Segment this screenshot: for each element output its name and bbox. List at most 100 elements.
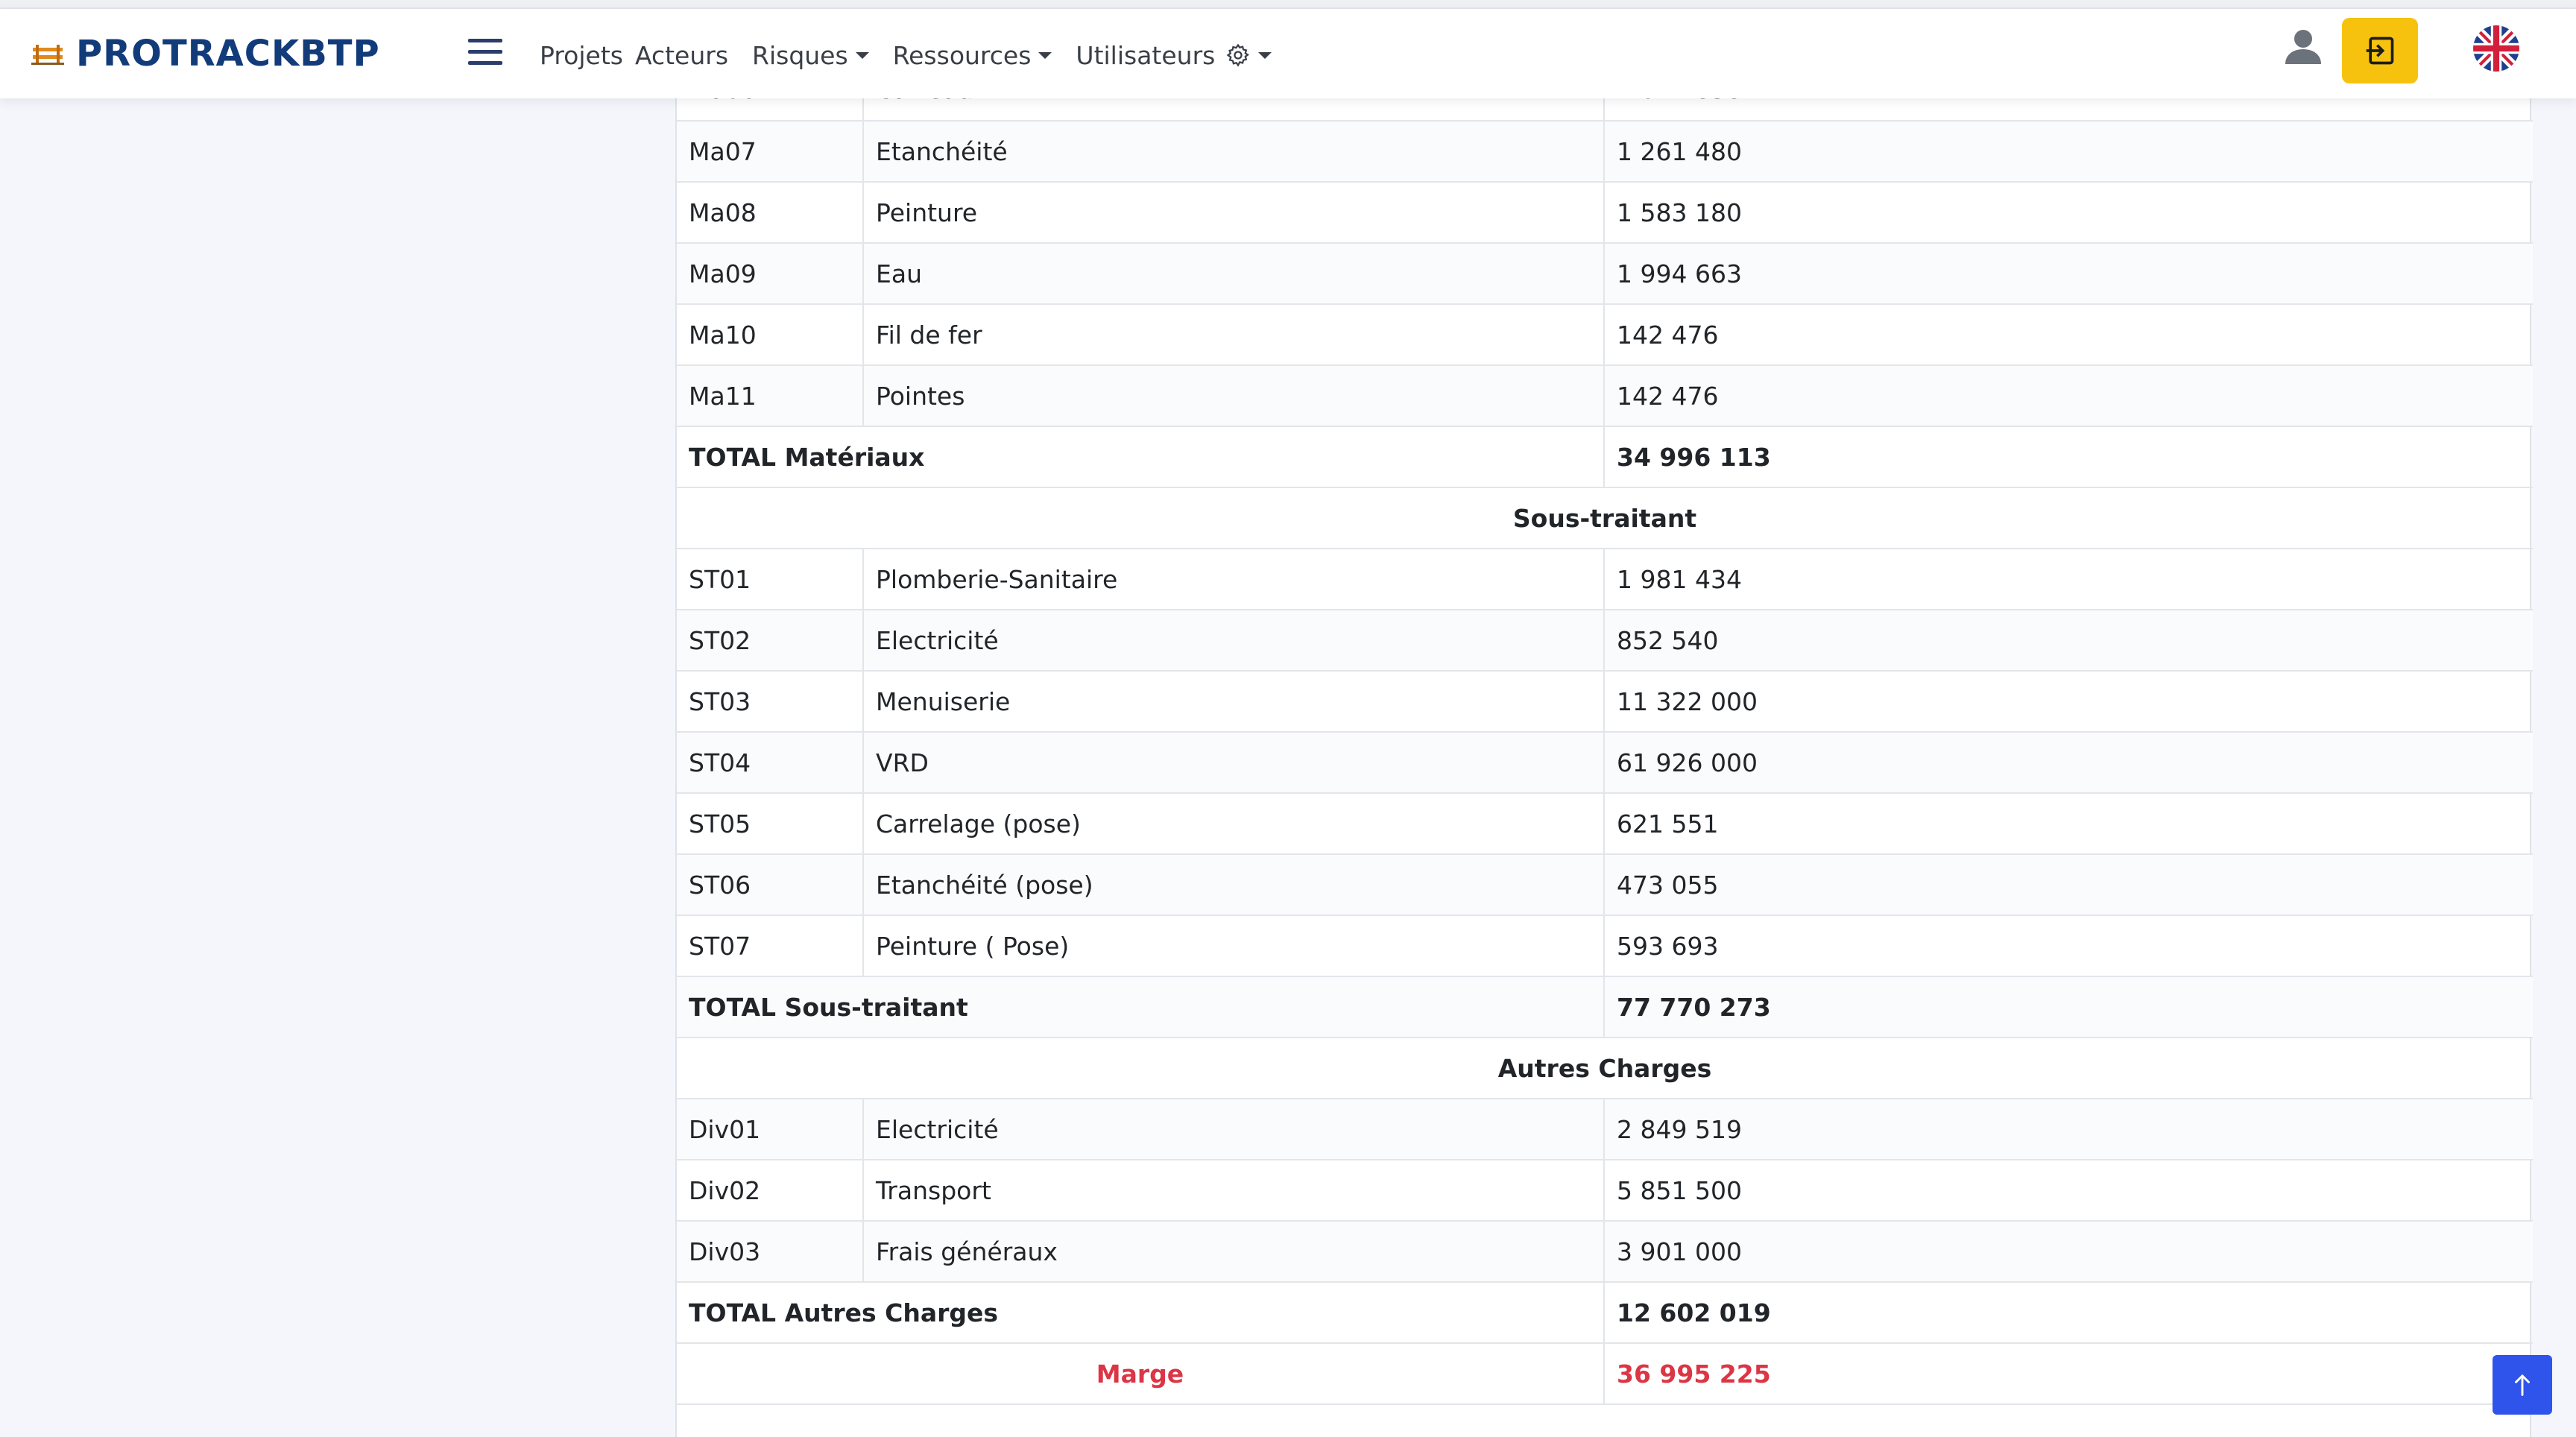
user-icon[interactable]	[2281, 24, 2326, 69]
section-header-sous-traitant: Sous-traitant	[677, 487, 2533, 549]
table-row: ST07 Peinture ( Pose) 593 693	[677, 915, 2533, 977]
row-amount: 5 851 500	[1604, 1160, 2533, 1222]
section-title: Autres Charges	[677, 1038, 2533, 1099]
brand[interactable]: PROTRACKBTP	[30, 30, 380, 78]
row-label: Menuiserie	[863, 671, 1605, 733]
row-label: VRD	[863, 732, 1605, 794]
row-amount: 1 981 434	[1604, 549, 2533, 610]
budget-table-panel: Ma06 Carreaux 2 071 838 Ma07 Etanchéité …	[675, 60, 2533, 1437]
row-amount: 2 849 519	[1604, 1099, 2533, 1160]
table-row: Div03 Frais généraux 3 901 000	[677, 1221, 2533, 1283]
chevron-down-icon	[1038, 51, 1052, 59]
total-amount: 12 602 019	[1604, 1282, 2533, 1344]
row-code: Ma07	[677, 121, 864, 183]
row-code: Div03	[677, 1221, 864, 1283]
nav-ressources-dropdown[interactable]: Ressources	[893, 41, 1052, 70]
row-amount: 142 476	[1604, 304, 2533, 366]
brand-logo-icon	[31, 45, 64, 65]
table-row: ST06 Etanchéité (pose) 473 055	[677, 854, 2533, 916]
table-row: ST01 Plomberie-Sanitaire 1 981 434	[677, 549, 2533, 610]
nav-risques-dropdown[interactable]: Risques	[752, 41, 869, 70]
row-code: ST02	[677, 610, 864, 672]
total-label: TOTAL Autres Charges	[677, 1282, 1605, 1344]
row-amount: 1 261 480	[1604, 121, 2533, 183]
row-code: Div01	[677, 1099, 864, 1160]
chevron-down-icon	[855, 51, 869, 59]
table-row: Div02 Transport 5 851 500	[677, 1160, 2533, 1222]
top-border	[0, 0, 2576, 9]
total-label: TOTAL Matériaux	[677, 426, 1605, 488]
total-amount: 77 770 273	[1604, 976, 2533, 1038]
table-row: ST02 Electricité 852 540	[677, 610, 2533, 672]
section-header-autres-charges: Autres Charges	[677, 1038, 2533, 1099]
budget-table: Ma06 Carreaux 2 071 838 Ma07 Etanchéité …	[677, 60, 2533, 1405]
section-title: Sous-traitant	[677, 487, 2533, 549]
nav-projets[interactable]: Projets	[540, 41, 623, 70]
row-label: Peinture ( Pose)	[863, 915, 1605, 977]
row-code: ST05	[677, 793, 864, 855]
row-label: Electricité	[863, 1099, 1605, 1160]
row-amount: 473 055	[1604, 854, 2533, 916]
row-label: Fil de fer	[863, 304, 1605, 366]
row-code: ST01	[677, 549, 864, 610]
arrow-up-icon	[2515, 1374, 2530, 1396]
nav-acteurs[interactable]: Acteurs	[635, 41, 728, 70]
row-amount: 1 994 663	[1604, 243, 2533, 305]
chevron-down-icon	[1258, 51, 1272, 59]
table-row: ST04 VRD 61 926 000	[677, 732, 2533, 794]
row-amount: 621 551	[1604, 793, 2533, 855]
total-label: TOTAL Sous-traitant	[677, 976, 1605, 1038]
brand-name: PROTRACKBTP	[76, 33, 380, 75]
total-row-autres-charges: TOTAL Autres Charges 12 602 019	[677, 1282, 2533, 1344]
row-amount: 11 322 000	[1604, 671, 2533, 733]
marge-row: Marge 36 995 225	[677, 1343, 2533, 1405]
row-code: Div02	[677, 1160, 864, 1222]
login-icon	[2366, 37, 2394, 65]
row-code: Ma11	[677, 365, 864, 427]
row-amount: 1 583 180	[1604, 182, 2533, 244]
table-row: Ma10 Fil de fer 142 476	[677, 304, 2533, 366]
table-row: Ma07 Etanchéité 1 261 480	[677, 121, 2533, 183]
row-amount: 3 901 000	[1604, 1221, 2533, 1283]
scroll-to-top-button[interactable]	[2493, 1355, 2552, 1415]
total-amount: 34 996 113	[1604, 426, 2533, 488]
table-row: ST05 Carrelage (pose) 621 551	[677, 793, 2533, 855]
table-row: Ma11 Pointes 142 476	[677, 365, 2533, 427]
row-label: Eau	[863, 243, 1605, 305]
nav-utilisateurs-dropdown[interactable]: Utilisateurs	[1076, 41, 1272, 70]
row-code: Ma10	[677, 304, 864, 366]
row-label: Frais généraux	[863, 1221, 1605, 1283]
row-label: Peinture	[863, 182, 1605, 244]
row-label: Electricité	[863, 610, 1605, 672]
row-label: Etanchéité (pose)	[863, 854, 1605, 916]
login-button[interactable]	[2342, 18, 2418, 83]
row-amount: 142 476	[1604, 365, 2533, 427]
uk-flag-icon[interactable]	[2473, 25, 2519, 72]
marge-amount: 36 995 225	[1604, 1343, 2533, 1405]
row-amount: 593 693	[1604, 915, 2533, 977]
main-nav: Projets Acteurs Risques Ressources Utili…	[540, 36, 1295, 75]
hamburger-icon[interactable]	[468, 39, 502, 69]
total-row-materiaux: TOTAL Matériaux 34 996 113	[677, 426, 2533, 488]
marge-label: Marge	[677, 1343, 1605, 1405]
row-code: ST06	[677, 854, 864, 916]
row-label: Transport	[863, 1160, 1605, 1222]
row-code: ST07	[677, 915, 864, 977]
table-row: Div01 Electricité 2 849 519	[677, 1099, 2533, 1160]
table-row: Ma09 Eau 1 994 663	[677, 243, 2533, 305]
row-code: ST04	[677, 732, 864, 794]
row-label: Etanchéité	[863, 121, 1605, 183]
row-amount: 61 926 000	[1604, 732, 2533, 794]
row-code: Ma08	[677, 182, 864, 244]
row-code: ST03	[677, 671, 864, 733]
table-row: Ma08 Peinture 1 583 180	[677, 182, 2533, 244]
row-label: Pointes	[863, 365, 1605, 427]
total-row-sous-traitant: TOTAL Sous-traitant 77 770 273	[677, 976, 2533, 1038]
row-amount: 852 540	[1604, 610, 2533, 672]
navbar: PROTRACKBTP Projets Acteurs Risques Ress…	[0, 9, 2576, 98]
table-row: ST03 Menuiserie 11 322 000	[677, 671, 2533, 733]
gear-icon	[1226, 43, 1250, 67]
row-label: Plomberie-Sanitaire	[863, 549, 1605, 610]
row-label: Carrelage (pose)	[863, 793, 1605, 855]
row-code: Ma09	[677, 243, 864, 305]
